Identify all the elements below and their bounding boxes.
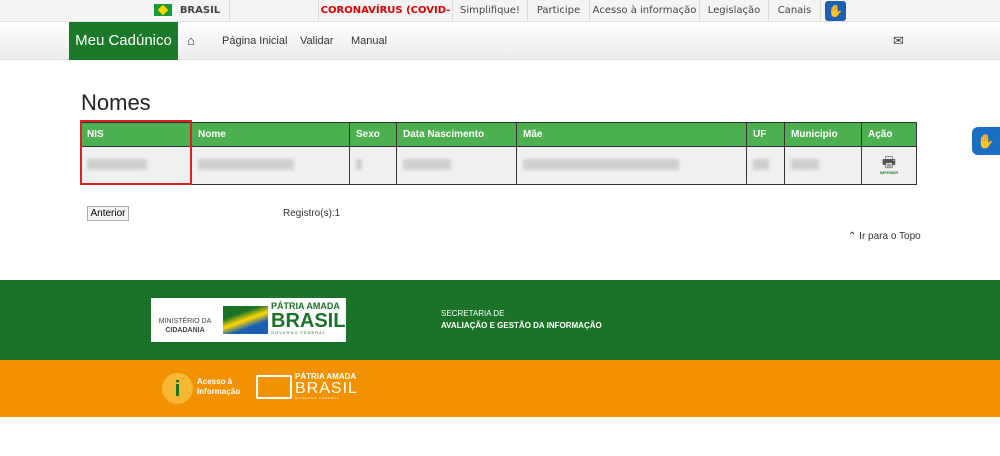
main-nav: Meu Cadúnico ⌂ Página Inicial Validar Ma… bbox=[0, 22, 1000, 60]
vlibras-widget-icon[interactable]: ✋ bbox=[972, 127, 1000, 155]
nav-validar[interactable]: Validar bbox=[300, 22, 333, 60]
chevron-up-icon: ⌃ bbox=[848, 231, 860, 242]
participe-link[interactable]: Participe bbox=[528, 0, 590, 22]
redacted-mae bbox=[523, 158, 679, 170]
col-sexo: Sexo bbox=[349, 122, 397, 147]
simplifique-link[interactable]: Simplifique! bbox=[453, 0, 528, 22]
covid-link[interactable]: CORONAVÍRUS (COVID-19) bbox=[318, 0, 453, 38]
redacted-municipio bbox=[791, 158, 819, 170]
patria-logo-white-icon bbox=[256, 375, 292, 399]
print-button[interactable]: 🖶 IMPRIMIR bbox=[861, 146, 917, 185]
redacted-uf bbox=[753, 158, 769, 170]
footer-orange: i Acesso à Informação PÁTRIA AMADA BRASIL… bbox=[0, 360, 1000, 417]
libras-icon[interactable]: ✋ bbox=[825, 1, 846, 21]
legislacao-link[interactable]: Legislação bbox=[700, 0, 769, 22]
gov-top-bar: BRASIL CORONAVÍRUS (COVID-19) Simplifiqu… bbox=[0, 0, 1000, 38]
brasil-link[interactable]: BRASIL bbox=[145, 0, 230, 22]
results-table: NIS Nome Sexo Data Nascimento Mãe UF Mun… bbox=[80, 122, 917, 185]
nav-pagina-inicial[interactable]: Página Inicial bbox=[222, 22, 287, 60]
redacted-data bbox=[403, 158, 451, 170]
nav-manual[interactable]: Manual bbox=[351, 22, 387, 60]
col-data-nascimento: Data Nascimento bbox=[396, 122, 517, 147]
acesso-informacao-footer-link[interactable]: Acesso à Informação bbox=[197, 377, 240, 397]
page-title: Nomes bbox=[81, 90, 151, 115]
brand-logo[interactable]: Meu Cadúnico bbox=[69, 22, 178, 60]
ministry-logo: MINISTÉRIO DA CIDADANIA PÁTRIA AMADA BRAS… bbox=[151, 298, 346, 342]
info-icon[interactable]: i bbox=[162, 373, 193, 404]
table-row: 🖶 IMPRIMIR bbox=[80, 146, 917, 185]
col-nome: Nome bbox=[191, 122, 350, 147]
col-municipio: Municipio bbox=[784, 122, 862, 147]
col-acao: Ação bbox=[861, 122, 917, 147]
nis-highlight bbox=[80, 120, 192, 185]
redacted-sexo bbox=[356, 158, 362, 170]
acesso-informacao-link[interactable]: Acesso à informação bbox=[590, 0, 700, 22]
back-to-top-link[interactable]: ⌃ Ir para o Topo bbox=[848, 231, 921, 242]
col-mae: Mãe bbox=[516, 122, 747, 147]
canais-link[interactable]: Canais bbox=[769, 0, 821, 22]
patria-flag-icon bbox=[223, 306, 268, 334]
brazil-flag-icon bbox=[153, 4, 172, 16]
footer-green: MINISTÉRIO DA CIDADANIA PÁTRIA AMADA BRAS… bbox=[0, 280, 1000, 360]
home-icon[interactable]: ⌂ bbox=[187, 22, 195, 60]
printer-icon: 🖶 bbox=[881, 154, 897, 171]
anterior-button[interactable]: Anterior bbox=[87, 206, 129, 221]
record-count: Registro(s):1 bbox=[283, 208, 341, 219]
col-uf: UF bbox=[746, 122, 785, 147]
redacted-nome bbox=[198, 158, 294, 170]
envelope-icon[interactable]: ✉ bbox=[893, 22, 904, 60]
